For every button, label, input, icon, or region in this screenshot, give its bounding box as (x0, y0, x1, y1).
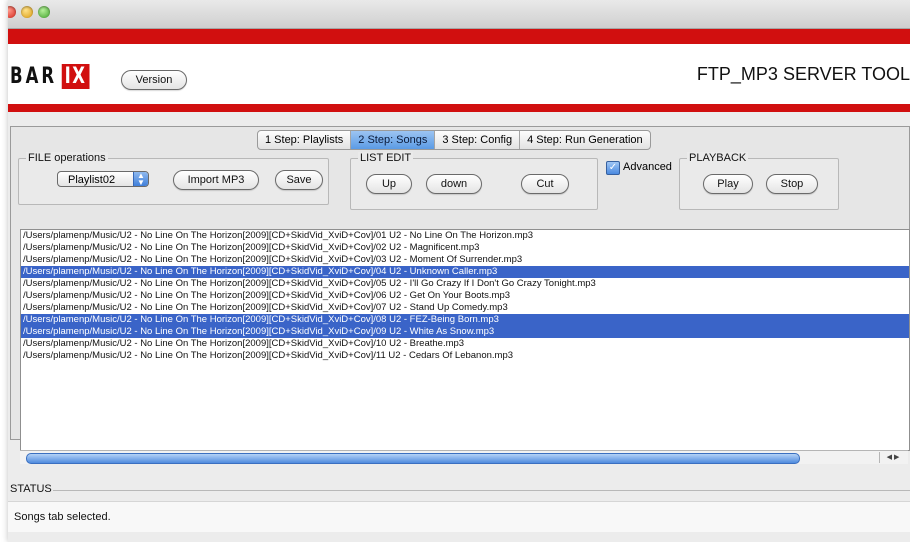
tab-pane: 1 Step: Playlists 2 Step: Songs 3 Step: … (10, 126, 910, 464)
playlist-select[interactable]: Playlist02 ▲ ▼ (57, 171, 149, 187)
song-row[interactable]: /Users/plamenp/Music/U2 - No Line On The… (21, 230, 909, 242)
song-row[interactable]: /Users/plamenp/Music/U2 - No Line On The… (21, 254, 909, 266)
select-stepper-icon: ▲ ▼ (133, 172, 148, 187)
barix-logo: BAR IX (10, 63, 90, 89)
list-edit-group: LIST EDIT Up down Cut (350, 152, 598, 210)
app-window: BAR IX Version FTP_MP3 SERVER TOOL 1 Ste… (8, 0, 910, 542)
advanced-checkbox[interactable]: ✓ (606, 161, 620, 175)
import-mp3-button[interactable]: Import MP3 (173, 170, 259, 190)
header-bottom-red-bar (8, 104, 910, 112)
scrollbar-thumb[interactable] (26, 453, 800, 464)
window-titlebar (8, 0, 910, 29)
song-row[interactable]: /Users/plamenp/Music/U2 - No Line On The… (21, 314, 909, 326)
save-button[interactable]: Save (275, 170, 323, 190)
cut-button[interactable]: Cut (521, 174, 569, 194)
app-title: FTP_MP3 SERVER TOOL (696, 64, 910, 84)
song-row[interactable]: /Users/plamenp/Music/U2 - No Line On The… (21, 326, 909, 338)
minimize-traffic-light-icon[interactable] (21, 6, 33, 18)
header-top-red-bar (8, 29, 910, 44)
play-button[interactable]: Play (703, 174, 753, 194)
maximize-traffic-light-icon[interactable] (38, 6, 50, 18)
version-button[interactable]: Version (121, 70, 187, 90)
main-content: 1 Step: Playlists 2 Step: Songs 3 Step: … (8, 112, 910, 542)
file-operations-group: FILE operations Playlist02 ▲ ▼ Import MP3… (18, 152, 329, 205)
playback-group: PLAYBACK Play Stop (679, 152, 839, 210)
status-panel: STATUS Songs tab selected. (8, 483, 910, 542)
logo-right-text: IX (61, 63, 90, 89)
scroll-arrows-icon[interactable]: ◀ ▶ (879, 452, 906, 463)
app-header: BAR IX Version FTP_MP3 SERVER TOOL (8, 44, 910, 104)
status-message: Songs tab selected. (14, 511, 111, 523)
song-list[interactable]: /Users/plamenp/Music/U2 - No Line On The… (20, 229, 910, 451)
song-row[interactable]: /Users/plamenp/Music/U2 - No Line On The… (21, 290, 909, 302)
tab-songs[interactable]: 2 Step: Songs (351, 131, 436, 149)
logo-left-text: BAR (10, 63, 58, 89)
playlist-select-value: Playlist02 (68, 174, 116, 186)
song-row[interactable]: /Users/plamenp/Music/U2 - No Line On The… (21, 242, 909, 254)
song-list-horizontal-scrollbar[interactable]: ◀ ▶ (20, 450, 908, 464)
status-box: Songs tab selected. (8, 501, 910, 532)
song-row[interactable]: /Users/plamenp/Music/U2 - No Line On The… (21, 278, 909, 290)
tab-run-generation[interactable]: 4 Step: Run Generation (520, 131, 650, 149)
advanced-label: Advanced (623, 161, 672, 173)
file-operations-title: FILE operations (26, 152, 108, 164)
playback-title: PLAYBACK (687, 152, 749, 164)
song-row[interactable]: /Users/plamenp/Music/U2 - No Line On The… (21, 350, 909, 362)
status-title: STATUS (9, 483, 53, 495)
stop-button[interactable]: Stop (766, 174, 818, 194)
step-tabs: 1 Step: Playlists 2 Step: Songs 3 Step: … (257, 130, 651, 150)
song-row[interactable]: /Users/plamenp/Music/U2 - No Line On The… (21, 338, 909, 350)
tab-config[interactable]: 3 Step: Config (435, 131, 521, 149)
list-edit-title: LIST EDIT (358, 152, 414, 164)
move-up-button[interactable]: Up (366, 174, 412, 194)
status-divider (48, 490, 910, 491)
close-traffic-light-icon[interactable] (8, 6, 16, 18)
song-row[interactable]: /Users/plamenp/Music/U2 - No Line On The… (21, 302, 909, 314)
tab-playlists[interactable]: 1 Step: Playlists (258, 131, 352, 149)
move-down-button[interactable]: down (426, 174, 482, 194)
song-rows: /Users/plamenp/Music/U2 - No Line On The… (21, 230, 909, 362)
checkmark-icon: ✓ (608, 162, 618, 173)
song-row[interactable]: /Users/plamenp/Music/U2 - No Line On The… (21, 266, 909, 278)
